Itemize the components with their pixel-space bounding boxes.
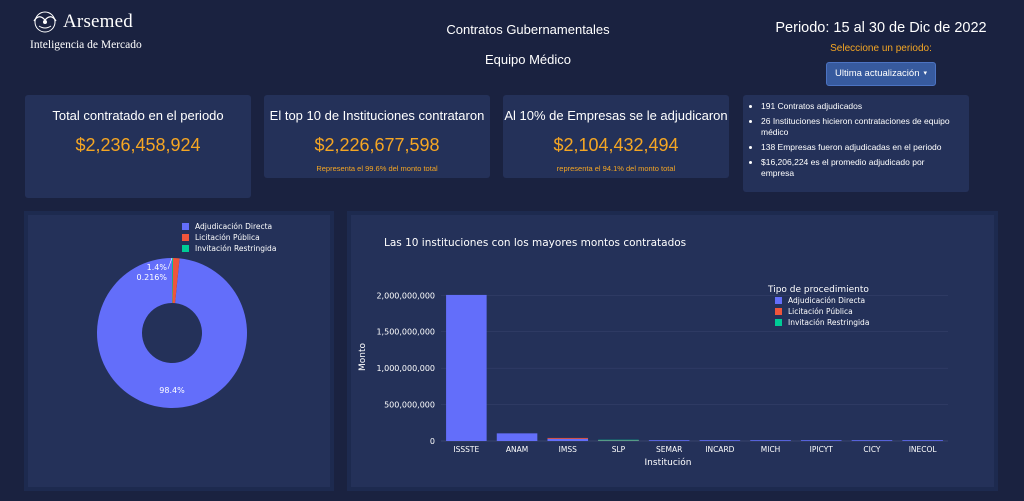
y-tick-label: 1,500,000,000: [376, 328, 435, 337]
donut-label: 98.4%: [159, 386, 185, 395]
y-tick-label: 2,000,000,000: [376, 291, 435, 300]
x-tick-label: CICY: [863, 445, 881, 454]
bar-segment[interactable]: [699, 440, 741, 441]
bar-legend: Tipo de procedimiento Adjudicación Direc…: [767, 285, 869, 327]
x-tick-label: MICH: [761, 445, 781, 454]
period-dropdown-label: Ultima actualización: [835, 68, 920, 79]
kpi-title: El top 10 de Instituciones contrataron: [269, 108, 485, 123]
kpi-title: Total contratado en el periodo: [52, 108, 224, 123]
bar-panel: Las 10 instituciones con los mayores mon…: [347, 211, 998, 491]
bar-segment[interactable]: [547, 438, 589, 441]
bar-segment[interactable]: [496, 433, 538, 441]
legend-item[interactable]: Invitación Restringida: [195, 244, 276, 253]
bar-segment[interactable]: [648, 440, 690, 441]
bar-segment[interactable]: [598, 439, 639, 441]
legend-swatch[interactable]: [182, 223, 189, 230]
brand-name: Arsemed: [63, 11, 133, 32]
x-tick-label: SEMAR: [656, 445, 682, 454]
summary-list: 191 Contratos adjudicados 26 Institucion…: [743, 95, 969, 179]
bar-y-axis-label: Monto: [358, 343, 368, 372]
legend-item[interactable]: Adjudicación Directa: [788, 296, 865, 305]
x-tick-label: IPICYT: [810, 445, 834, 454]
legend-swatch[interactable]: [182, 234, 189, 241]
chevron-down-icon: ▾: [923, 70, 927, 77]
bar-segment[interactable]: [446, 294, 487, 441]
legend-item[interactable]: Adjudicación Directa: [195, 222, 272, 231]
summary-card: 191 Contratos adjudicados 26 Institucion…: [743, 95, 969, 192]
legend-swatch[interactable]: [775, 319, 782, 326]
legend-item[interactable]: Invitación Restringida: [788, 318, 869, 327]
x-tick-label: ISSSTE: [453, 445, 479, 454]
period-prompt: Seleccione un periodo:: [830, 43, 932, 54]
bar-segment[interactable]: [800, 440, 842, 441]
x-tick-label: IMSS: [559, 445, 577, 454]
brand-subtitle: Inteligencia de Mercado: [30, 39, 142, 51]
report-header: Contratos Gubernamentales Equipo Médico: [420, 22, 636, 82]
kpi-title: Al 10% de Empresas se le adjudicaron: [504, 108, 728, 123]
donut-label: 1.4%: [147, 263, 168, 272]
legend-swatch[interactable]: [775, 308, 782, 315]
kpi-value: $2,104,432,494: [553, 135, 679, 155]
y-tick-label: 1,000,000,000: [376, 364, 435, 373]
bar-chart-title: Las 10 instituciones con los mayores mon…: [384, 237, 686, 249]
kpi-card-top10: El top 10 de Instituciones contrataron $…: [264, 95, 490, 178]
summary-item: $16,206,224 es el promedio adjudicado po…: [761, 157, 959, 179]
bar-legend-title: Tipo de procedimiento: [767, 285, 869, 295]
kpi-value: $2,226,677,598: [314, 135, 440, 155]
arsemed-emblem-icon: [33, 11, 57, 33]
kpi-value: $2,236,458,924: [75, 135, 201, 155]
bar-segment[interactable]: [902, 440, 943, 441]
x-tick-label: ANAM: [506, 445, 528, 454]
legend-item[interactable]: Licitación Pública: [788, 307, 853, 316]
procedure-type-donut-chart: Adjudicación Directa Licitación Pública In…: [97, 222, 276, 408]
donut-label: 0.216%: [136, 273, 167, 282]
kpi-card-total: Total contratado en el periodo $2,236,45…: [25, 95, 251, 198]
x-tick-label: INCARD: [705, 445, 734, 454]
y-tick-label: 0: [430, 437, 435, 446]
legend-swatch[interactable]: [775, 297, 782, 304]
period-selector: Periodo: 15 al 30 de Dic de 2022 Selecci…: [774, 20, 988, 86]
legend-swatch[interactable]: [182, 245, 189, 252]
bar-y-tick-labels: 0 500,000,000 1,000,000,000 1,500,000,000 2,…: [376, 291, 435, 446]
bar-segment[interactable]: [750, 440, 791, 441]
summary-item: 191 Contratos adjudicados: [761, 101, 959, 112]
bar-gridlines: [441, 294, 948, 442]
header-line-1: Contratos Gubernamentales: [446, 22, 610, 37]
bar-x-tick-labels: ISSSTE ANAM IMSS SLP SEMAR INCARD MICH IPICYT CI…: [453, 445, 937, 454]
kpi-card-companies: Al 10% de Empresas se le adjudicaron $2,…: [503, 95, 729, 178]
x-tick-label: INECOL: [909, 445, 938, 454]
summary-item: 138 Empresas fueron adjudicadas en el pe…: [761, 142, 959, 153]
donut-legend: Adjudicación Directa Licitación Pública In…: [182, 222, 276, 253]
y-tick-label: 500,000,000: [384, 401, 435, 410]
bar-x-axis-label: Institución: [645, 457, 692, 468]
period-title: Periodo: 15 al 30 de Dic de 2022: [775, 20, 987, 36]
brand-logo: Arsemed Inteligencia de Mercado: [30, 9, 180, 57]
legend-item[interactable]: Licitación Pública: [195, 233, 260, 242]
x-tick-label: SLP: [612, 445, 626, 454]
bar-segment[interactable]: [851, 440, 893, 441]
kpi-note: representa el 94.1% del monto total: [556, 164, 676, 173]
summary-item: 26 Instituciones hicieron contrataciones…: [761, 116, 959, 138]
top-institutions-bar-chart: Las 10 instituciones con los mayores mon…: [358, 237, 948, 468]
bar-segment[interactable]: [547, 437, 589, 439]
donut-panel: Adjudicación Directa Licitación Pública In…: [24, 211, 334, 491]
period-dropdown-button[interactable]: Ultima actualización ▾: [826, 62, 936, 86]
kpi-note: Representa el 99.6% del monto total: [316, 164, 438, 173]
header-line-2: Equipo Médico: [485, 52, 571, 67]
